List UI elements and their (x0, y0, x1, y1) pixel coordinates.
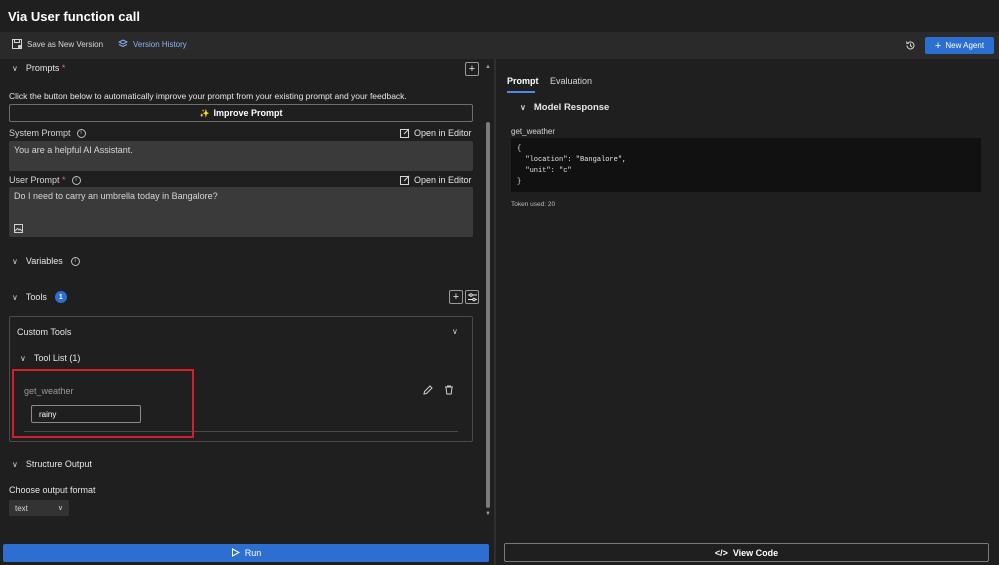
variables-header-label: Variables (25, 256, 63, 266)
user-prompt-text: Do I need to carry an umbrella today in … (14, 191, 218, 201)
plus-icon: + (934, 39, 942, 52)
function-call-name: get_weather (511, 127, 556, 136)
sparkle-icon: ✨ (199, 108, 210, 118)
variables-header[interactable]: ∨ Variables i (12, 256, 80, 266)
model-response-label: Model Response (533, 102, 610, 113)
info-icon[interactable]: i (76, 128, 86, 138)
tools-header[interactable]: ∨ Tools 1 (12, 291, 67, 303)
image-attach-icon[interactable] (14, 224, 23, 233)
plus-icon: + (468, 63, 476, 75)
user-prompt-label: User Prompt (9, 175, 60, 185)
chevron-down-icon: ∨ (12, 63, 18, 73)
system-prompt-label-row: System Prompt i (9, 128, 86, 138)
structure-output-header[interactable]: ∨ Structure Output (12, 459, 92, 469)
history-icon[interactable] (905, 40, 916, 51)
run-label: Run (244, 548, 262, 558)
system-prompt-text: You are a helpful AI Assistant. (14, 145, 133, 155)
system-prompt-label: System Prompt (9, 128, 71, 138)
user-prompt-label-row: User Prompt * i (9, 175, 81, 185)
function-call-arguments: { "location": "Bangalore", "unit": "c" } (511, 138, 981, 192)
output-format-select[interactable]: text ∨ (9, 500, 69, 516)
right-panel (496, 59, 999, 565)
output-format-value: text (15, 503, 28, 513)
new-agent-button[interactable]: + New Agent (925, 37, 994, 54)
save-as-new-version-label: Save as New Version (27, 39, 104, 49)
custom-tools-label: Custom Tools (17, 327, 72, 337)
chevron-down-icon: ∨ (520, 103, 526, 112)
prompts-description: Click the button below to automatically … (9, 91, 407, 101)
prompts-header-label: Prompts (25, 63, 60, 73)
new-agent-label: New Agent (945, 41, 985, 50)
output-format-label: Choose output format (9, 485, 96, 495)
chevron-down-icon[interactable]: ∨ (452, 327, 458, 336)
improve-prompt-label: Improve Prompt (213, 108, 283, 118)
scroll-up-icon[interactable]: ▲ (485, 64, 491, 70)
open-editor-label: Open in Editor (414, 175, 472, 185)
improve-prompt-button[interactable]: ✨ Improve Prompt (9, 104, 473, 122)
edit-icon[interactable] (423, 385, 433, 395)
open-editor-icon (400, 128, 410, 138)
tool-list-header[interactable]: ∨ Tool List (1) (20, 353, 80, 363)
layers-icon (118, 39, 128, 49)
chevron-down-icon: ∨ (12, 256, 18, 266)
highlight-box (12, 369, 194, 438)
user-prompt-field[interactable]: Do I need to carry an umbrella today in … (9, 187, 473, 237)
system-prompt-field[interactable]: You are a helpful AI Assistant. (9, 141, 473, 171)
view-code-button[interactable]: </> View Code (504, 543, 989, 562)
tools-header-label: Tools (25, 292, 47, 302)
version-history-button[interactable]: Version History (118, 39, 187, 49)
model-response-header[interactable]: ∨ Model Response (520, 102, 609, 113)
chevron-down-icon: ∨ (12, 292, 18, 302)
window-title: Via User function call (8, 9, 140, 24)
open-editor-icon (400, 175, 410, 185)
required-mark: * (61, 63, 66, 73)
view-code-label: View Code (732, 547, 779, 558)
system-prompt-open-editor-button[interactable]: Open in Editor (400, 128, 472, 138)
open-editor-label: Open in Editor (414, 128, 472, 138)
tab-prompt[interactable]: Prompt (507, 76, 539, 86)
tools-count-badge: 1 (54, 291, 67, 303)
tool-settings-button[interactable] (465, 290, 479, 304)
info-icon[interactable]: i (71, 175, 81, 185)
version-history-label: Version History (133, 39, 187, 49)
tool-list-label: Tool List (1) (33, 353, 81, 363)
required-mark: * (62, 175, 66, 185)
user-prompt-open-editor-button[interactable]: Open in Editor (400, 175, 472, 185)
plus-icon: + (452, 291, 460, 303)
code-icon: </> (714, 547, 728, 558)
run-button[interactable]: Run (3, 544, 489, 562)
scrollbar-thumb[interactable] (486, 122, 490, 508)
tab-evaluation[interactable]: Evaluation (550, 76, 592, 86)
save-icon (12, 39, 22, 49)
chevron-down-icon: ∨ (20, 353, 26, 363)
chevron-down-icon: ∨ (12, 459, 18, 469)
delete-icon[interactable] (444, 385, 454, 395)
structure-output-label: Structure Output (25, 459, 92, 469)
play-icon (231, 547, 240, 559)
add-tool-button[interactable]: + (449, 290, 463, 304)
active-tab-indicator (507, 91, 535, 93)
save-as-new-version-button[interactable]: Save as New Version (12, 39, 103, 49)
token-usage: Token used: 20 (511, 201, 556, 208)
add-prompt-button[interactable]: + (465, 62, 479, 76)
prompts-header[interactable]: ∨ Prompts * (12, 63, 65, 73)
chevron-down-icon: ∨ (57, 505, 63, 512)
scroll-down-icon[interactable]: ▼ (485, 511, 491, 517)
sliders-icon (467, 292, 477, 302)
info-icon[interactable]: i (70, 256, 80, 266)
